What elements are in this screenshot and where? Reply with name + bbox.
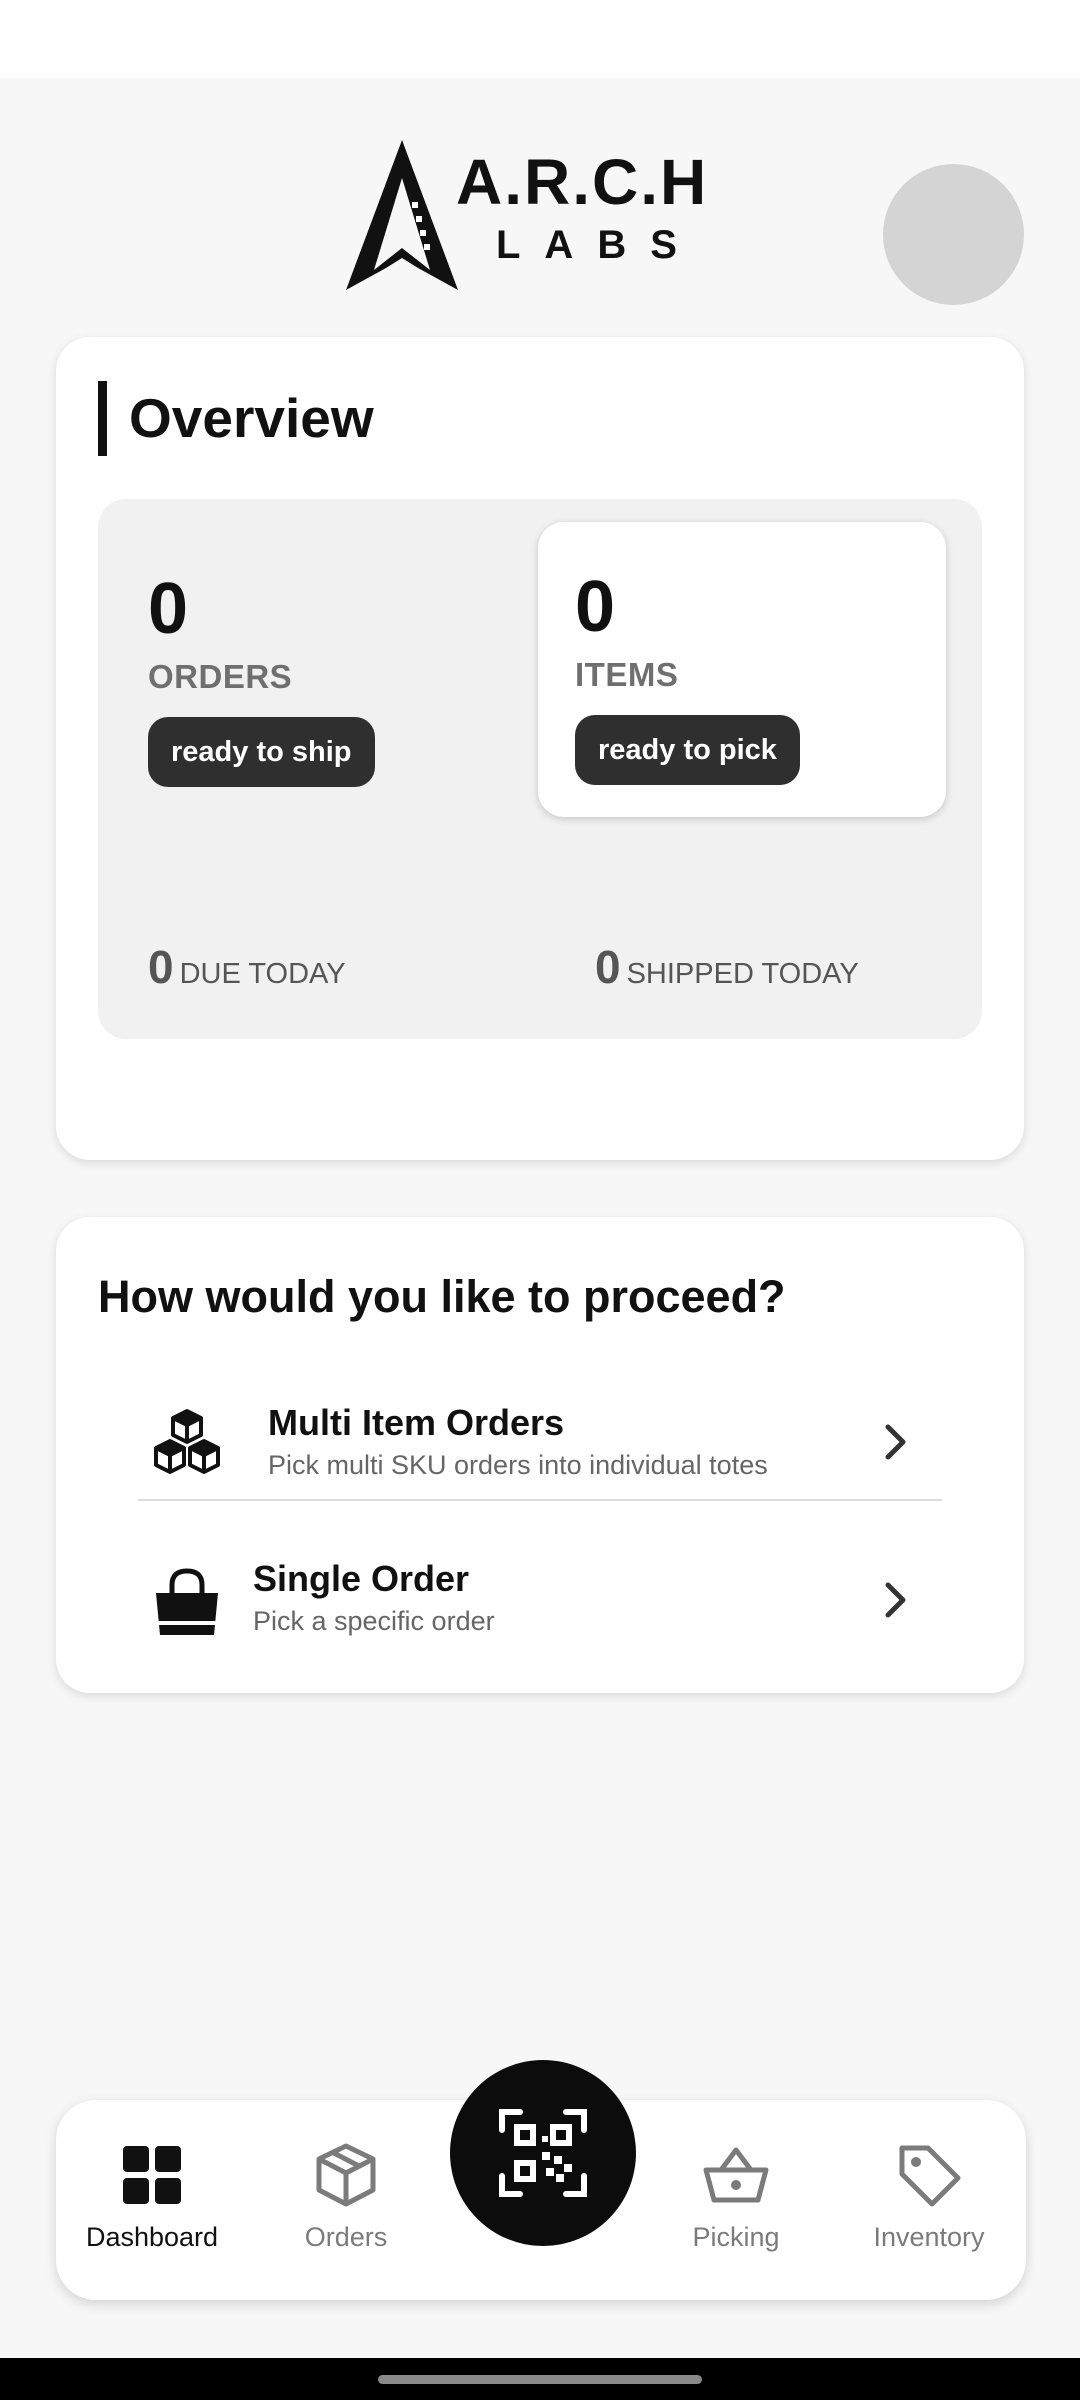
- orders-stat[interactable]: 0 ORDERS ready to ship: [148, 569, 375, 787]
- box-icon: [316, 2143, 376, 2207]
- nav-label: Inventory: [873, 2222, 985, 2252]
- option-divider: [138, 1499, 942, 1501]
- logo-text-line2: LABS: [496, 223, 701, 267]
- items-stat: 0 ITEMS ready to pick: [575, 567, 800, 785]
- nav-label: Orders: [304, 2222, 388, 2252]
- cubes-icon: [154, 1409, 220, 1474]
- orders-count: 0: [148, 569, 189, 649]
- nav-item-dashboard[interactable]: Dashboard: [67, 2140, 237, 2254]
- home-gesture-handle[interactable]: [378, 2375, 702, 2384]
- shopping-bag-icon: [156, 1568, 218, 1635]
- grid-icon: [123, 2146, 181, 2204]
- orders-label: ORDERS: [148, 658, 293, 695]
- nav-label: Dashboard: [85, 2222, 219, 2252]
- nav-item-picking[interactable]: Picking: [651, 2140, 821, 2254]
- option-title: Single Order: [253, 1558, 470, 1599]
- shipped-today-count: 0: [595, 941, 621, 993]
- overview-card: Overview 0 ORDERS ready to ship 0 ITEMS …: [56, 337, 1024, 1160]
- shipped-today-stat: 0 SHIPPED TODAY: [595, 939, 859, 1002]
- option-title: Multi Item Orders: [268, 1402, 565, 1443]
- proceed-title: How would you like to proceed?: [98, 1271, 786, 1322]
- arch-labs-logo: A.R.C.H LABS: [346, 140, 736, 290]
- chevron-right-icon: [885, 1424, 906, 1460]
- shipped-today-label: SHIPPED TODAY: [626, 958, 859, 990]
- single-order-option[interactable]: Single Order Pick a specific order: [98, 1535, 982, 1675]
- stats-panel: 0 ORDERS ready to ship 0 ITEMS ready to …: [98, 499, 982, 1039]
- status-bar: [0, 0, 1080, 78]
- avatar[interactable]: [883, 164, 1024, 305]
- items-count: 0: [575, 567, 616, 647]
- option-subtitle: Pick a specific order: [253, 1606, 495, 1636]
- ready-to-pick-badge: ready to pick: [575, 715, 800, 785]
- due-today-label: DUE TODAY: [179, 958, 346, 990]
- items-label: ITEMS: [575, 656, 679, 693]
- items-stat-card[interactable]: 0 ITEMS ready to pick: [538, 522, 946, 817]
- option-subtitle: Pick multi SKU orders into individual to…: [268, 1450, 768, 1480]
- multi-item-orders-option[interactable]: Multi Item Orders Pick multi SKU orders …: [98, 1377, 982, 1517]
- nav-label: Picking: [692, 2222, 780, 2252]
- overview-title: Overview: [98, 381, 374, 456]
- tag-icon: [899, 2145, 961, 2207]
- logo-text-line1: A.R.C.H: [456, 146, 708, 218]
- single-order-text: Single Order Pick a specific order: [253, 1557, 495, 1639]
- qr-scan-icon: [499, 2109, 587, 2197]
- nav-item-inventory[interactable]: Inventory: [844, 2140, 1014, 2254]
- due-today-stat: 0 DUE TODAY: [148, 939, 346, 1002]
- proceed-card: How would you like to proceed? Multi Ite…: [56, 1217, 1024, 1693]
- basket-icon: [703, 2147, 769, 2203]
- due-today-count: 0: [148, 941, 174, 993]
- scan-button[interactable]: [450, 2060, 636, 2246]
- nav-item-orders[interactable]: Orders: [261, 2140, 431, 2254]
- ready-to-ship-badge: ready to ship: [148, 717, 375, 787]
- chevron-right-icon: [885, 1582, 906, 1618]
- multi-item-orders-text: Multi Item Orders Pick multi SKU orders …: [268, 1401, 768, 1483]
